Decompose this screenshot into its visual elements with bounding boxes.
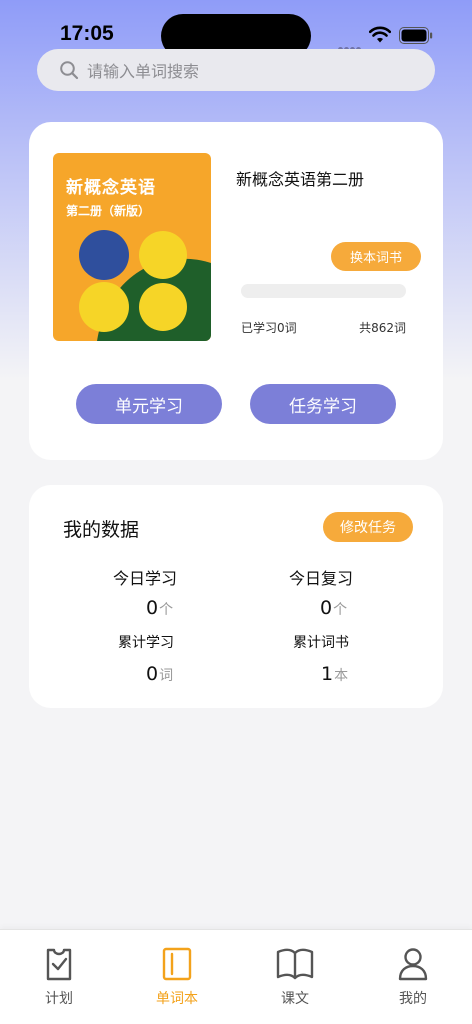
book-title: 新概念英语第二册 (236, 170, 365, 189)
study-progress-bar (241, 284, 406, 298)
tab-plan[interactable]: 计划 (0, 930, 118, 1024)
today-review-value: 0个 (320, 597, 348, 619)
signal-icon (338, 37, 364, 52)
my-data-card: 我的数据 修改任务 今日学习 0个 今日复习 0个 累计学习 0词 累计词书 1… (29, 485, 443, 708)
tab-wordbook-label: 单词本 (156, 991, 198, 1007)
search-bar[interactable]: 请输入单词搜索 (37, 49, 435, 91)
battery-icon (399, 27, 433, 44)
book-cover[interactable]: 新概念英语 第二册（新版） (53, 153, 211, 341)
status-bar: 17:05 (0, 0, 472, 58)
cover-subtitle: 第二册（新版） (66, 204, 151, 218)
wifi-icon (369, 26, 391, 43)
tab-mine-label: 我的 (399, 991, 427, 1007)
today-study-value: 0个 (146, 597, 174, 619)
tab-plan-label: 计划 (45, 991, 73, 1007)
unit-study-button[interactable]: 单元学习 (76, 384, 222, 424)
book-card: 新概念英语 第二册（新版） 新概念英语第二册 换本词书 已学习0词 共862词 … (29, 122, 443, 460)
learned-count: 已学习0词 (241, 321, 297, 335)
total-books-label: 累计词书 (293, 635, 349, 651)
tab-bar: 计划 单词本 课文 我的 (0, 929, 472, 1024)
total-count: 共862词 (359, 321, 406, 335)
clipboard-check-icon (46, 948, 72, 981)
modify-task-button[interactable]: 修改任务 (323, 512, 413, 542)
today-study-label: 今日学习 (113, 569, 178, 588)
total-study-unit: 词 (159, 668, 174, 684)
total-study-value: 0词 (146, 663, 174, 685)
today-review-label: 今日复习 (289, 569, 354, 588)
open-book-icon (276, 948, 314, 980)
total-books-value: 1本 (321, 663, 349, 685)
tab-wordbook[interactable]: 单词本 (118, 930, 236, 1024)
total-books-unit: 本 (334, 668, 349, 684)
tab-mine[interactable]: 我的 (354, 930, 472, 1024)
notebook-icon (162, 947, 192, 981)
tab-text[interactable]: 课文 (236, 930, 354, 1024)
task-study-button[interactable]: 任务学习 (250, 384, 396, 424)
today-study-unit: 个 (159, 602, 174, 618)
my-data-title: 我的数据 (63, 519, 140, 541)
status-time: 17:05 (60, 22, 114, 45)
search-placeholder: 请输入单词搜索 (87, 62, 200, 81)
change-book-button[interactable]: 换本词书 (331, 242, 421, 271)
search-icon (60, 61, 79, 80)
tab-text-label: 课文 (281, 991, 309, 1007)
today-review-unit: 个 (333, 602, 348, 618)
total-study-label: 累计学习 (118, 635, 174, 651)
cover-title: 新概念英语 (66, 178, 156, 198)
person-icon (398, 948, 428, 981)
